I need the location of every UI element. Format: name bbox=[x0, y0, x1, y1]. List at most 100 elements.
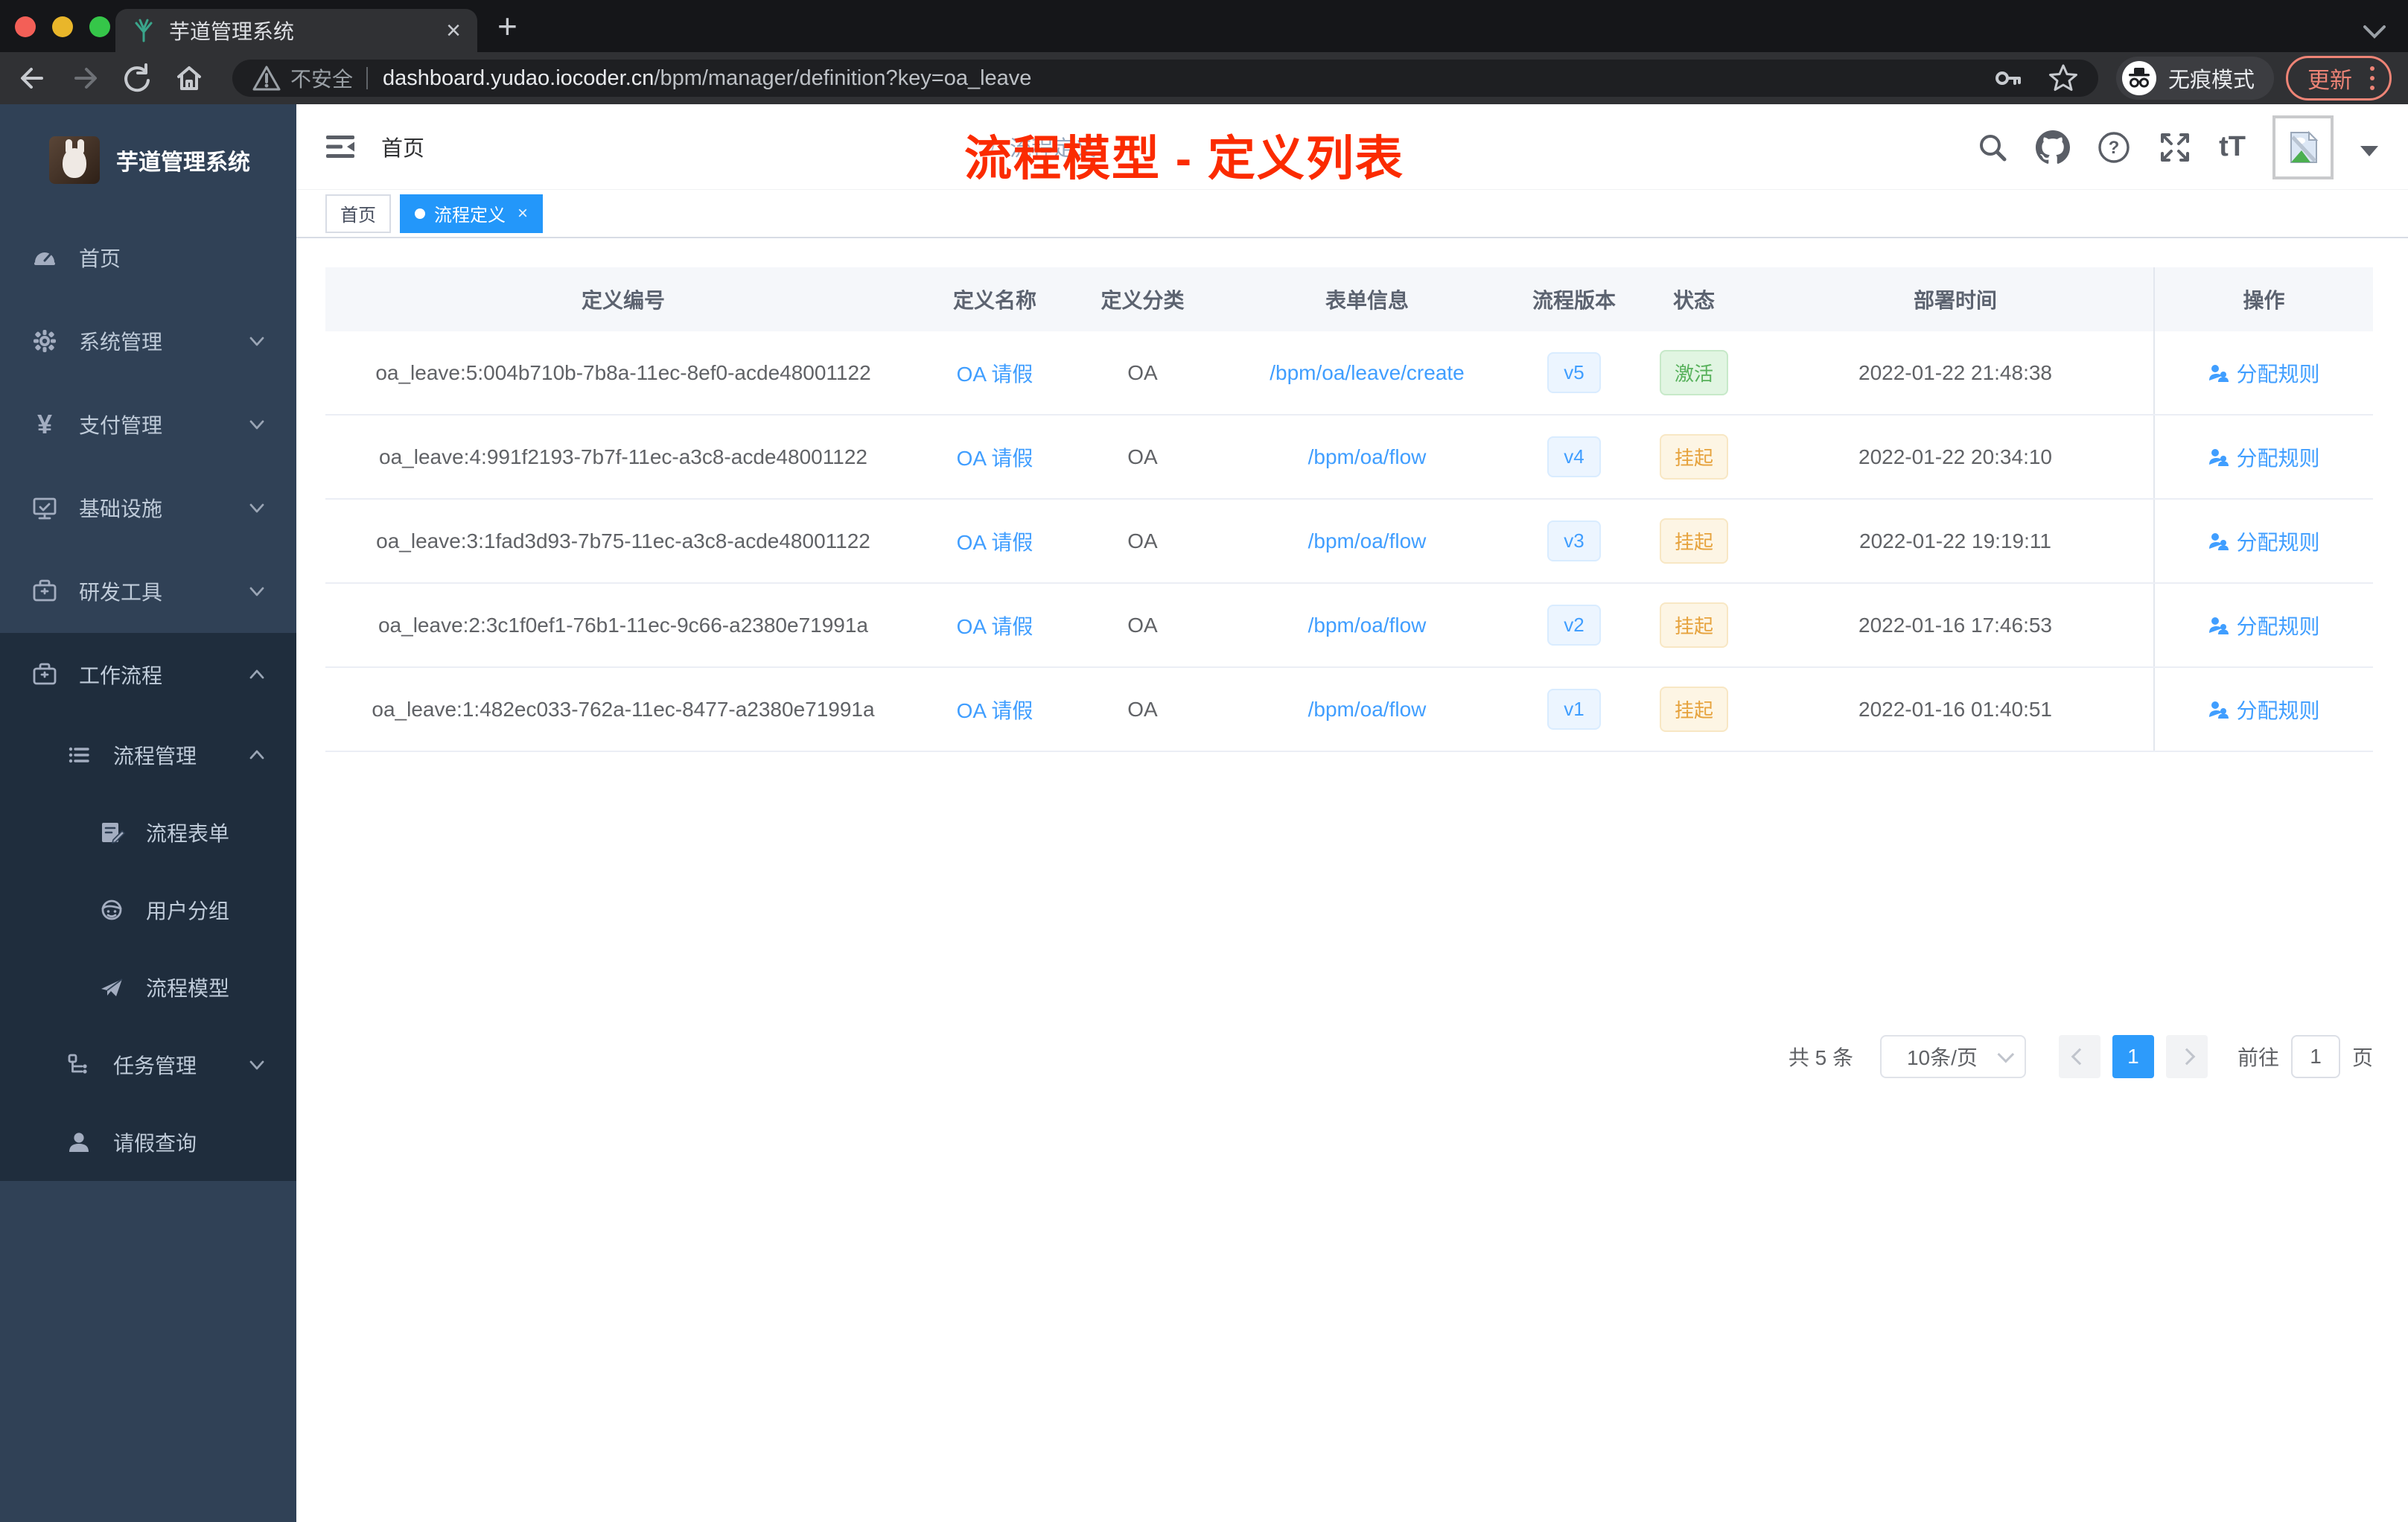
sidebar-item-process-mgmt[interactable]: 流程管理 bbox=[0, 716, 296, 794]
assign-rule-label: 分配规则 bbox=[2236, 530, 2320, 554]
sidebar-logo[interactable]: 芋道管理系统 bbox=[0, 104, 296, 216]
assign-rule-button[interactable]: 分配规则 bbox=[2208, 442, 2320, 472]
cell-definition-name-link[interactable]: OA 请假 bbox=[921, 500, 1068, 582]
fullscreen-icon[interactable] bbox=[2158, 130, 2192, 165]
table-row: oa_leave:1:482ec033-762a-11ec-8477-a2380… bbox=[325, 668, 2373, 752]
sidebar-item-label: 请假查询 bbox=[113, 1132, 197, 1155]
next-page-button[interactable] bbox=[2165, 1035, 2208, 1078]
tag-label: 首页 bbox=[340, 206, 376, 226]
pagination: 共 5 条 10条/页 1 前往 页 bbox=[325, 1035, 2373, 1078]
svg-text:?: ? bbox=[2109, 138, 2120, 158]
tab-title: 芋道管理系统 bbox=[169, 20, 295, 43]
sidebar-item-workflow[interactable]: 工作流程 bbox=[0, 633, 296, 716]
forward-button[interactable] bbox=[69, 62, 101, 95]
browser-tab[interactable]: 芋道管理系统 × bbox=[115, 9, 477, 52]
sidebar-item-process-form[interactable]: 流程表单 bbox=[0, 794, 296, 871]
incognito-badge: 无痕模式 bbox=[2115, 57, 2274, 100]
sidebar-item-label: 研发工具 bbox=[79, 581, 163, 604]
cell-status: 挂起 bbox=[1631, 668, 1757, 751]
sidebar-item-system[interactable]: 系统管理 bbox=[0, 299, 296, 383]
chevron-down-icon bbox=[247, 415, 267, 434]
bookmark-star-icon[interactable] bbox=[2048, 63, 2079, 94]
sidebar-item-label: 基础设施 bbox=[79, 497, 163, 520]
cell-definition-id: oa_leave:5:004b710b-7b8a-11ec-8ef0-acde4… bbox=[375, 360, 871, 384]
gear-icon bbox=[30, 328, 60, 354]
zoom-window-button[interactable] bbox=[89, 16, 110, 37]
tab-close-icon[interactable]: × bbox=[446, 18, 461, 43]
prev-page-button[interactable] bbox=[2058, 1035, 2100, 1078]
sidebar-item-process-model[interactable]: 流程模型 bbox=[0, 949, 296, 1026]
window-controls[interactable] bbox=[15, 16, 110, 37]
cell-definition-name-link[interactable]: OA 请假 bbox=[921, 584, 1068, 666]
url-divider bbox=[366, 67, 369, 89]
table-body: oa_leave:5:004b710b-7b8a-11ec-8ef0-acde4… bbox=[325, 331, 2373, 752]
font-size-icon[interactable]: tT bbox=[2219, 131, 2246, 163]
sidebar-item-infrastructure[interactable]: 基础设施 bbox=[0, 466, 296, 550]
page-size-select[interactable]: 10条/页 bbox=[1879, 1035, 2026, 1078]
new-tab-button[interactable]: + bbox=[497, 6, 517, 46]
table-row: oa_leave:4:991f2193-7b7f-11ec-a3c8-acde4… bbox=[325, 415, 2373, 500]
user-icon bbox=[2208, 699, 2229, 720]
table-row: oa_leave:2:3c1f0ef1-76b1-11ec-9c66-a2380… bbox=[325, 584, 2373, 668]
breadcrumb-home[interactable]: 首页 bbox=[381, 131, 977, 162]
avatar[interactable] bbox=[2272, 115, 2334, 179]
assign-rule-button[interactable]: 分配规则 bbox=[2208, 611, 2320, 640]
column-header-3: 定义分类 bbox=[1101, 289, 1185, 312]
minimize-window-button[interactable] bbox=[52, 16, 73, 37]
definition-table: 定义编号 定义名称 定义分类 表单信息 流程版本 状态 部署时间 操作 oa_leave:5:… bbox=[325, 267, 2373, 752]
assign-rule-button[interactable]: 分配规则 bbox=[2208, 526, 2320, 556]
tag-首页[interactable]: 首页 bbox=[325, 194, 391, 233]
github-icon[interactable] bbox=[2036, 130, 2071, 165]
cell-definition-name-link[interactable]: OA 请假 bbox=[921, 668, 1068, 751]
version-badge: v4 bbox=[1547, 436, 1601, 477]
current-page-button[interactable]: 1 bbox=[2112, 1035, 2154, 1078]
reload-button[interactable] bbox=[121, 62, 153, 95]
close-window-button[interactable] bbox=[15, 16, 36, 37]
goto-page-input[interactable] bbox=[2290, 1035, 2340, 1078]
goto-unit-label: 页 bbox=[2351, 1046, 2373, 1069]
update-label: 更新 bbox=[2307, 69, 2352, 93]
assign-rule-button[interactable]: 分配规则 bbox=[2208, 358, 2320, 388]
browser-toolbar: 不安全 dashboard.yudao.iocoder.cn /bpm/mana… bbox=[0, 52, 2408, 104]
back-button[interactable] bbox=[16, 62, 49, 95]
chevron-down-icon bbox=[247, 1055, 267, 1074]
hamburger-icon[interactable] bbox=[325, 131, 356, 162]
cell-definition-name-link[interactable]: OA 请假 bbox=[921, 415, 1068, 498]
sidebar-item-home[interactable]: 首页 bbox=[0, 216, 296, 299]
tab-favicon-plant-icon bbox=[132, 19, 156, 42]
chevron-up-icon bbox=[247, 745, 267, 765]
chevron-right-icon bbox=[2178, 1048, 2196, 1066]
sidebar-item-label: 支付管理 bbox=[79, 414, 163, 437]
password-key-icon[interactable] bbox=[1993, 63, 2022, 93]
help-question-icon[interactable]: ? bbox=[2097, 130, 2131, 165]
sidebar-item-label: 系统管理 bbox=[79, 331, 163, 354]
cell-definition-id: oa_leave:4:991f2193-7b7f-11ec-a3c8-acde4… bbox=[379, 445, 867, 468]
incognito-icon bbox=[2121, 61, 2156, 95]
search-icon[interactable] bbox=[1976, 131, 2009, 164]
sidebar-item-devtools[interactable]: 研发工具 bbox=[0, 550, 296, 633]
avatar-caret-icon[interactable] bbox=[2360, 145, 2378, 156]
sidebar-item-label: 流程模型 bbox=[146, 977, 230, 1000]
cell-form-link[interactable]: /bpm/oa/flow bbox=[1217, 500, 1517, 582]
chevron-down-icon bbox=[247, 331, 267, 351]
version-badge: v2 bbox=[1547, 605, 1601, 646]
home-button[interactable] bbox=[173, 62, 206, 95]
cell-form-link[interactable]: /bpm/oa/flow bbox=[1217, 415, 1517, 498]
address-bar[interactable]: 不安全 dashboard.yudao.iocoder.cn /bpm/mana… bbox=[232, 60, 2098, 97]
cell-form-link[interactable]: /bpm/oa/leave/create bbox=[1217, 331, 1517, 414]
assign-rule-button[interactable]: 分配规则 bbox=[2208, 695, 2320, 725]
sidebar-item-payment[interactable]: ¥ 支付管理 bbox=[0, 383, 296, 466]
cell-definition-name-link[interactable]: OA 请假 bbox=[921, 331, 1068, 414]
browser-update-menu-button[interactable]: 更新 bbox=[2286, 56, 2392, 101]
annotation-overlay: 流程模型 - 定义列表 bbox=[964, 132, 1404, 185]
sidebar-item-user-group[interactable]: 用户分组 bbox=[0, 871, 296, 949]
tag-流程定义[interactable]: 流程定义 × bbox=[400, 194, 544, 233]
user-icon bbox=[2208, 615, 2229, 636]
tab-search-chevron-icon[interactable] bbox=[2362, 24, 2387, 40]
sidebar-item-task-mgmt[interactable]: 任务管理 bbox=[0, 1026, 296, 1104]
cell-form-link[interactable]: /bpm/oa/flow bbox=[1217, 584, 1517, 666]
cell-form-link[interactable]: /bpm/oa/flow bbox=[1217, 668, 1517, 751]
cell-deploy-time: 2022-01-22 21:48:38 bbox=[1858, 360, 2052, 384]
sidebar-item-leave-query[interactable]: 请假查询 bbox=[0, 1104, 296, 1181]
tag-close-icon[interactable]: × bbox=[517, 203, 528, 224]
